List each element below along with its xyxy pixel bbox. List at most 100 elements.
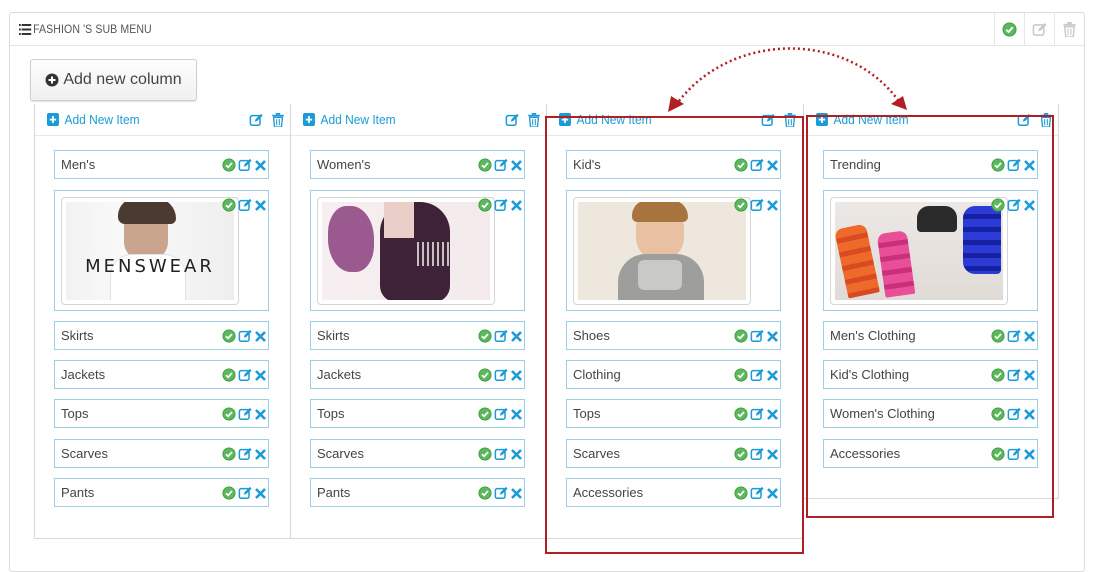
close-icon[interactable] — [767, 159, 778, 171]
edit-icon[interactable] — [238, 407, 253, 421]
check-circle-icon[interactable] — [478, 368, 492, 382]
panel-edit-button[interactable] — [1024, 13, 1054, 46]
edit-icon[interactable] — [1007, 407, 1022, 421]
edit-icon[interactable] — [1007, 368, 1022, 382]
edit-icon[interactable] — [494, 447, 509, 461]
check-circle-icon[interactable] — [991, 198, 1005, 212]
check-circle-icon[interactable] — [991, 329, 1005, 343]
check-circle-icon[interactable] — [734, 198, 748, 212]
add-new-item-button[interactable]: Add New Item — [303, 112, 396, 127]
menu-item[interactable]: Tops — [310, 399, 525, 428]
add-new-item-button[interactable]: Add New Item — [47, 112, 140, 127]
column-delete-button[interactable] — [528, 113, 540, 130]
edit-icon[interactable] — [1007, 329, 1022, 343]
check-circle-icon[interactable] — [478, 407, 492, 421]
check-circle-icon[interactable] — [734, 486, 748, 500]
column-delete-button[interactable] — [1040, 113, 1052, 130]
check-circle-icon[interactable] — [222, 368, 236, 382]
menu-item[interactable]: Men's Clothing — [823, 321, 1038, 350]
check-circle-icon[interactable] — [478, 486, 492, 500]
menu-item[interactable]: Skirts — [54, 321, 269, 350]
close-icon[interactable] — [255, 199, 266, 211]
close-icon[interactable] — [511, 408, 522, 420]
column-delete-button[interactable] — [272, 113, 284, 130]
column-edit-button[interactable] — [249, 113, 264, 130]
check-circle-icon[interactable] — [734, 329, 748, 343]
check-circle-icon[interactable] — [991, 158, 1005, 172]
edit-icon[interactable] — [494, 486, 509, 500]
menu-item[interactable]: Scarves — [310, 439, 525, 468]
check-circle-icon[interactable] — [478, 329, 492, 343]
edit-icon[interactable] — [1007, 158, 1022, 172]
edit-icon[interactable] — [1007, 198, 1022, 212]
edit-icon[interactable] — [750, 486, 765, 500]
close-icon[interactable] — [511, 159, 522, 171]
menu-item[interactable]: Men's — [54, 150, 269, 179]
close-icon[interactable] — [511, 199, 522, 211]
column-delete-button[interactable] — [784, 113, 796, 130]
close-icon[interactable] — [255, 408, 266, 420]
edit-icon[interactable] — [750, 198, 765, 212]
check-circle-icon[interactable] — [734, 158, 748, 172]
image-menu-item[interactable] — [566, 190, 781, 311]
edit-icon[interactable] — [750, 407, 765, 421]
edit-icon[interactable] — [750, 447, 765, 461]
add-new-column-button[interactable]: Add new column — [30, 59, 197, 101]
edit-icon[interactable] — [494, 407, 509, 421]
menu-item[interactable]: Scarves — [54, 439, 269, 468]
close-icon[interactable] — [1024, 199, 1035, 211]
menu-item[interactable]: Scarves — [566, 439, 781, 468]
menu-item[interactable]: Accessories — [566, 478, 781, 507]
menu-item[interactable]: Tops — [566, 399, 781, 428]
menu-item[interactable]: Women's Clothing — [823, 399, 1038, 428]
close-icon[interactable] — [1024, 330, 1035, 342]
close-icon[interactable] — [255, 330, 266, 342]
close-icon[interactable] — [255, 369, 266, 381]
close-icon[interactable] — [511, 487, 522, 499]
edit-icon[interactable] — [238, 329, 253, 343]
edit-icon[interactable] — [750, 158, 765, 172]
check-circle-icon[interactable] — [222, 407, 236, 421]
column-edit-button[interactable] — [505, 113, 520, 130]
close-icon[interactable] — [767, 448, 778, 460]
edit-icon[interactable] — [750, 329, 765, 343]
edit-icon[interactable] — [238, 447, 253, 461]
check-circle-icon[interactable] — [734, 447, 748, 461]
close-icon[interactable] — [1024, 369, 1035, 381]
check-circle-icon[interactable] — [991, 368, 1005, 382]
close-icon[interactable] — [767, 487, 778, 499]
panel-delete-button[interactable] — [1054, 13, 1084, 46]
check-circle-icon[interactable] — [991, 447, 1005, 461]
check-circle-icon[interactable] — [734, 407, 748, 421]
panel-enable-button[interactable] — [994, 13, 1024, 46]
menu-item[interactable]: Women's — [310, 150, 525, 179]
close-icon[interactable] — [767, 199, 778, 211]
add-new-item-button[interactable]: Add New Item — [559, 112, 652, 127]
check-circle-icon[interactable] — [222, 158, 236, 172]
close-icon[interactable] — [767, 330, 778, 342]
edit-icon[interactable] — [1007, 447, 1022, 461]
close-icon[interactable] — [255, 487, 266, 499]
close-icon[interactable] — [1024, 159, 1035, 171]
column-edit-button[interactable] — [761, 113, 776, 130]
close-icon[interactable] — [511, 369, 522, 381]
close-icon[interactable] — [767, 369, 778, 381]
menu-item[interactable]: Clothing — [566, 360, 781, 389]
image-menu-item[interactable] — [310, 190, 525, 311]
check-circle-icon[interactable] — [222, 447, 236, 461]
menu-item[interactable]: Accessories — [823, 439, 1038, 468]
edit-icon[interactable] — [238, 158, 253, 172]
check-circle-icon[interactable] — [478, 447, 492, 461]
close-icon[interactable] — [1024, 448, 1035, 460]
close-icon[interactable] — [1024, 408, 1035, 420]
menu-item[interactable]: Kid's — [566, 150, 781, 179]
check-circle-icon[interactable] — [991, 407, 1005, 421]
close-icon[interactable] — [511, 448, 522, 460]
edit-icon[interactable] — [494, 329, 509, 343]
close-icon[interactable] — [511, 330, 522, 342]
close-icon[interactable] — [255, 448, 266, 460]
edit-icon[interactable] — [494, 158, 509, 172]
close-icon[interactable] — [255, 159, 266, 171]
menu-item[interactable]: Pants — [310, 478, 525, 507]
menu-item[interactable]: Shoes — [566, 321, 781, 350]
